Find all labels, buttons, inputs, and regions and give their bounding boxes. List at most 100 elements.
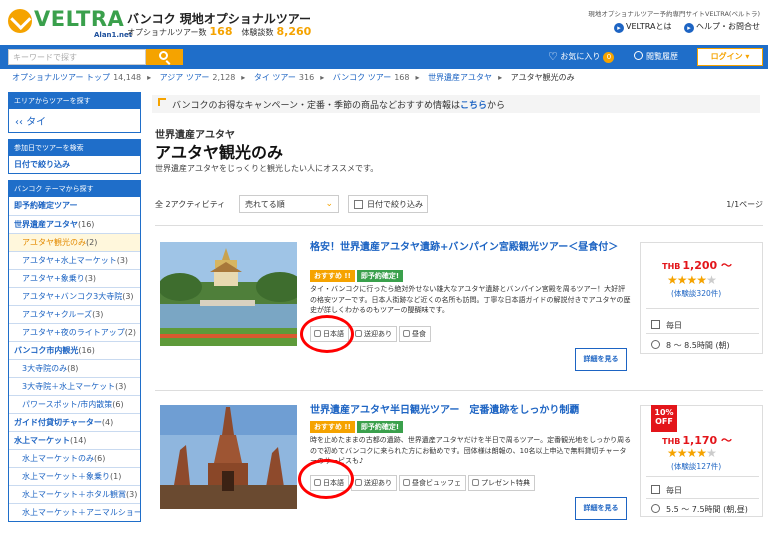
sidebar-item[interactable]: 即予約確定ツアー: [9, 197, 140, 215]
tour-duration: 8 ～ 8.5時間 (朝): [651, 340, 730, 351]
sidebar: エリアからツアーを探す ‹‹ タイ 参加日でツアーを検索 日付で絞り込み バンコ…: [8, 92, 141, 522]
reviews-link[interactable]: (体験談320件): [671, 288, 721, 299]
help-link[interactable]: ▸ ヘルプ・お問合せ: [684, 21, 760, 33]
favorites-label: お気に入り: [560, 52, 601, 61]
fork-knife-icon: [403, 330, 410, 337]
date-filter-label: 日付で絞り込み: [367, 200, 423, 209]
site-stats: オプショナルツアー数 168 体験談数 8,260: [127, 25, 320, 38]
logo-brand: VELTRA: [34, 7, 125, 31]
site-tagline: 現地オプショナルツアー予約専門サイトVELTRA(ベルトラ): [588, 10, 760, 18]
sidebar-item[interactable]: 3大寺院＋水上マーケット(3): [9, 377, 140, 395]
star-icon: ★: [696, 273, 707, 287]
calendar-icon: [651, 485, 660, 494]
detail-button[interactable]: 詳細を見る: [575, 348, 627, 371]
duration-value: 8 ～ 8.5時間 (朝): [666, 341, 730, 350]
breadcrumb-thailand[interactable]: タイ ツアー 316: [254, 72, 314, 83]
sidebar-item[interactable]: 水上マーケットのみ(6): [9, 449, 140, 467]
discount-badge: 10% OFF: [651, 405, 677, 432]
breadcrumb-ayutthaya[interactable]: 世界遺産アユタヤ: [428, 72, 492, 83]
reviews-link[interactable]: (体験談127件): [671, 461, 721, 472]
tours-count: 168: [209, 25, 233, 38]
date-filter-link[interactable]: 日付で絞り込み: [9, 156, 140, 173]
search-button[interactable]: [146, 49, 183, 65]
feature-gift: プレゼント特典: [468, 475, 535, 491]
sidebar-item-label: 水上マーケット＋象乗り: [22, 472, 110, 481]
star-empty-icon: ★: [706, 446, 717, 460]
sidebar-item[interactable]: 3大寺院のみ(8): [9, 359, 140, 377]
sidebar-item-count: (3): [84, 274, 97, 283]
sidebar-item-label: アユタヤ+象乗り: [22, 274, 85, 283]
sidebar-item[interactable]: パワースポット/市内散策(6): [9, 395, 140, 413]
reviews-label: 体験談数: [241, 28, 274, 37]
feature-lunch: 昼食: [399, 326, 431, 342]
sidebar-item-label: ガイド付貸切チャーター: [14, 418, 102, 427]
help-link-label: ヘルプ・お問合せ: [696, 22, 760, 31]
sidebar-item-label: 水上マーケット＋アニマルショー: [22, 508, 140, 517]
sidebar-item-label: 水上マーケット: [14, 436, 70, 445]
star-icon: ★: [676, 446, 688, 460]
sidebar-item[interactable]: アユタヤ+水上マーケット(3): [9, 251, 140, 269]
divider: [155, 225, 763, 226]
notice-link[interactable]: こちら: [460, 101, 487, 111]
sidebar-item[interactable]: ガイド付貸切チャーター(4): [9, 413, 140, 431]
area-box: エリアからツアーを探す ‹‹ タイ: [8, 92, 141, 133]
sidebar-item[interactable]: アユタヤ+象乗り(3): [9, 269, 140, 287]
sidebar-item-count: (6): [112, 400, 124, 409]
frequency-value: 毎日: [666, 486, 682, 495]
sidebar-item[interactable]: アユタヤ+クルーズ(3): [9, 305, 140, 323]
date-filter-button[interactable]: 日付で絞り込み: [348, 195, 428, 213]
sidebar-item[interactable]: アユタヤ+夜のライトアップ(2): [9, 323, 140, 341]
sidebar-item[interactable]: バンコク市内観光(16): [9, 341, 140, 359]
sidebar-item-count: (2): [86, 238, 98, 247]
chevron-down-icon: ⌄: [325, 199, 333, 209]
about-link[interactable]: ▸ VELTRAとは: [613, 21, 672, 33]
page-title: アユタヤ観光のみ: [155, 143, 284, 162]
search-input[interactable]: [8, 49, 146, 65]
campaign-notice: バンコクのお得なキャンペーン・定番・季節の商品などおすすめ情報はこちらから: [152, 95, 760, 113]
sidebar-item-count: (16): [78, 346, 95, 355]
tour-title-link[interactable]: 世界遺産アユタヤ半日観光ツアー 定番遺跡をしっかり制覇: [310, 405, 630, 417]
breadcrumb-count: 14,148: [113, 73, 142, 82]
breadcrumb-top[interactable]: オプショナルツアー トップ 14,148: [12, 72, 141, 83]
sidebar-item-label: 世界遺産アユタヤ: [14, 220, 78, 229]
sort-select[interactable]: 売れてる順 ⌄: [239, 195, 339, 213]
about-link-label: VELTRAとは: [625, 22, 672, 31]
notice-suffix: から: [487, 101, 506, 111]
breadcrumb-count: 168: [394, 73, 410, 82]
sidebar-item-count: (3): [92, 310, 104, 319]
fork-knife-icon: [403, 479, 410, 486]
breadcrumb-asia[interactable]: アジア ツアー 2,128: [160, 72, 236, 83]
sidebar-item[interactable]: 水上マーケット＋アニマルショー(4): [9, 503, 140, 521]
star-icon: ★: [696, 446, 707, 460]
sidebar-item[interactable]: 世界遺産アユタヤ(16): [9, 215, 140, 233]
sidebar-item[interactable]: 水上マーケット＋ホタル観賞(3): [9, 485, 140, 503]
breadcrumb-label: タイ ツアー: [253, 73, 296, 82]
star-empty-icon: ★: [706, 273, 717, 287]
tour-photo-palace[interactable]: [160, 242, 297, 346]
feature-label: 昼食ビュッフェ: [412, 479, 461, 487]
area-thailand-link[interactable]: ‹‹ タイ: [9, 109, 140, 132]
price-box: THB 1,200 ～ ★★★★★ (体験談320件) 毎日 8 ～ 8.5時間 …: [640, 242, 763, 354]
tour-photo-temple[interactable]: [160, 405, 297, 509]
breadcrumb-bangkok[interactable]: バンコク ツアー 168: [333, 72, 410, 83]
feature-label: 昼食: [412, 330, 426, 338]
car-icon: [355, 330, 362, 337]
sidebar-item-count: (3): [115, 382, 127, 391]
sidebar-item[interactable]: アユタヤ+バンコク3大寺院(3): [9, 287, 140, 305]
sidebar-item-label: アユタヤ+水上マーケット: [22, 256, 117, 265]
veltra-logo[interactable]: VELTRA Alan1.net: [8, 6, 132, 39]
sidebar-item[interactable]: アユタヤ観光のみ(2): [9, 233, 140, 251]
favorites-link[interactable]: ♡ お気に入り 0: [548, 50, 615, 63]
star-icon: ★: [667, 273, 678, 287]
history-link[interactable]: 閲覧履歴: [634, 51, 678, 62]
history-label: 閲覧履歴: [646, 52, 678, 61]
sidebar-item[interactable]: 水上マーケット(14): [9, 431, 140, 449]
sidebar-item[interactable]: 水上マーケット＋象乗り(1): [9, 467, 140, 485]
feature-lunch-buffet: 昼食ビュッフェ: [399, 475, 466, 491]
tour-title-link[interactable]: 格安！世界遺産アユタヤ遺跡+バンパイン宮殿観光ツアー＜昼食付＞: [310, 242, 630, 254]
star-icon: ★: [686, 446, 698, 460]
login-button[interactable]: ログイン ▾: [697, 48, 763, 66]
detail-button[interactable]: 詳細を見る: [575, 497, 627, 520]
sidebar-item-label: パワースポット/市内散策: [22, 400, 113, 409]
page-count: 1/1ページ: [726, 200, 763, 209]
